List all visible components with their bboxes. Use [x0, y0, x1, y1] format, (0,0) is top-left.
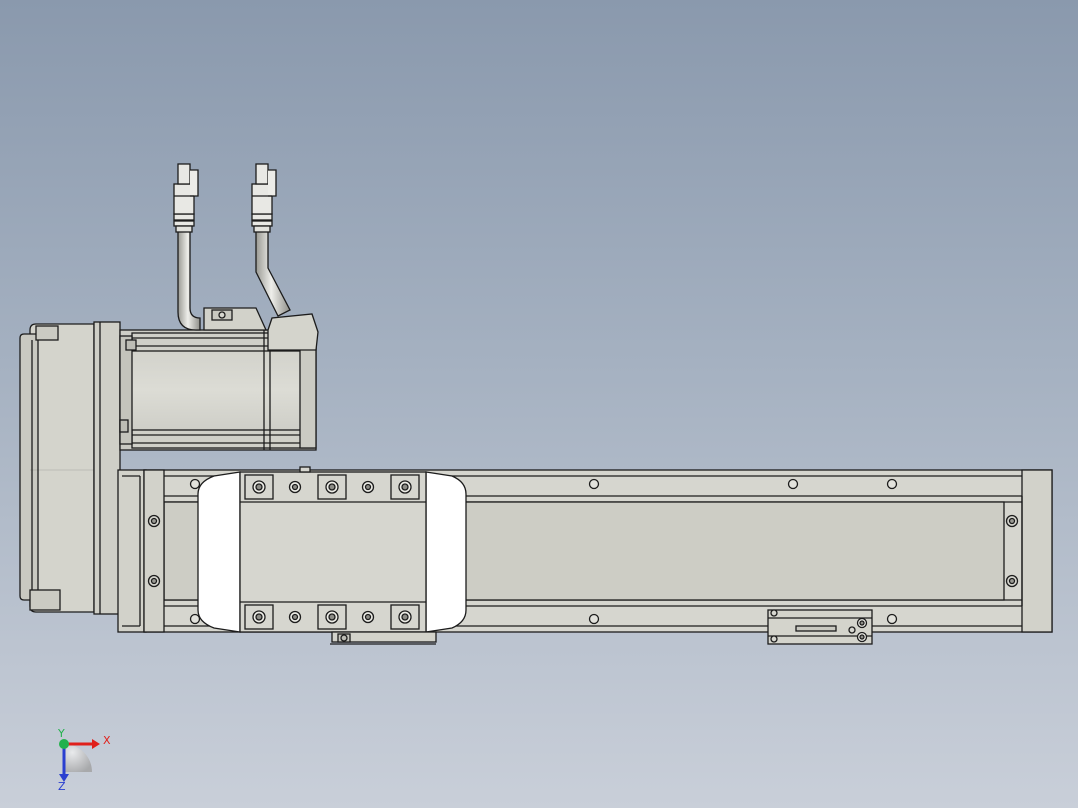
cad-viewport[interactable]: X Y Z	[0, 0, 1078, 808]
cable-left	[173, 163, 201, 331]
linear-actuator-drawing[interactable]: X Y Z	[0, 0, 1078, 808]
coordinate-triad: X Y Z	[57, 727, 111, 793]
cable-right	[251, 163, 291, 317]
axis-y-label: Y	[57, 727, 65, 740]
carriage	[197, 466, 467, 633]
sensor-dog	[330, 631, 437, 645]
servo-motor	[119, 307, 319, 451]
axis-z-label: Z	[58, 780, 66, 793]
axis-x-label: X	[103, 734, 111, 747]
limit-sensor	[767, 609, 873, 645]
